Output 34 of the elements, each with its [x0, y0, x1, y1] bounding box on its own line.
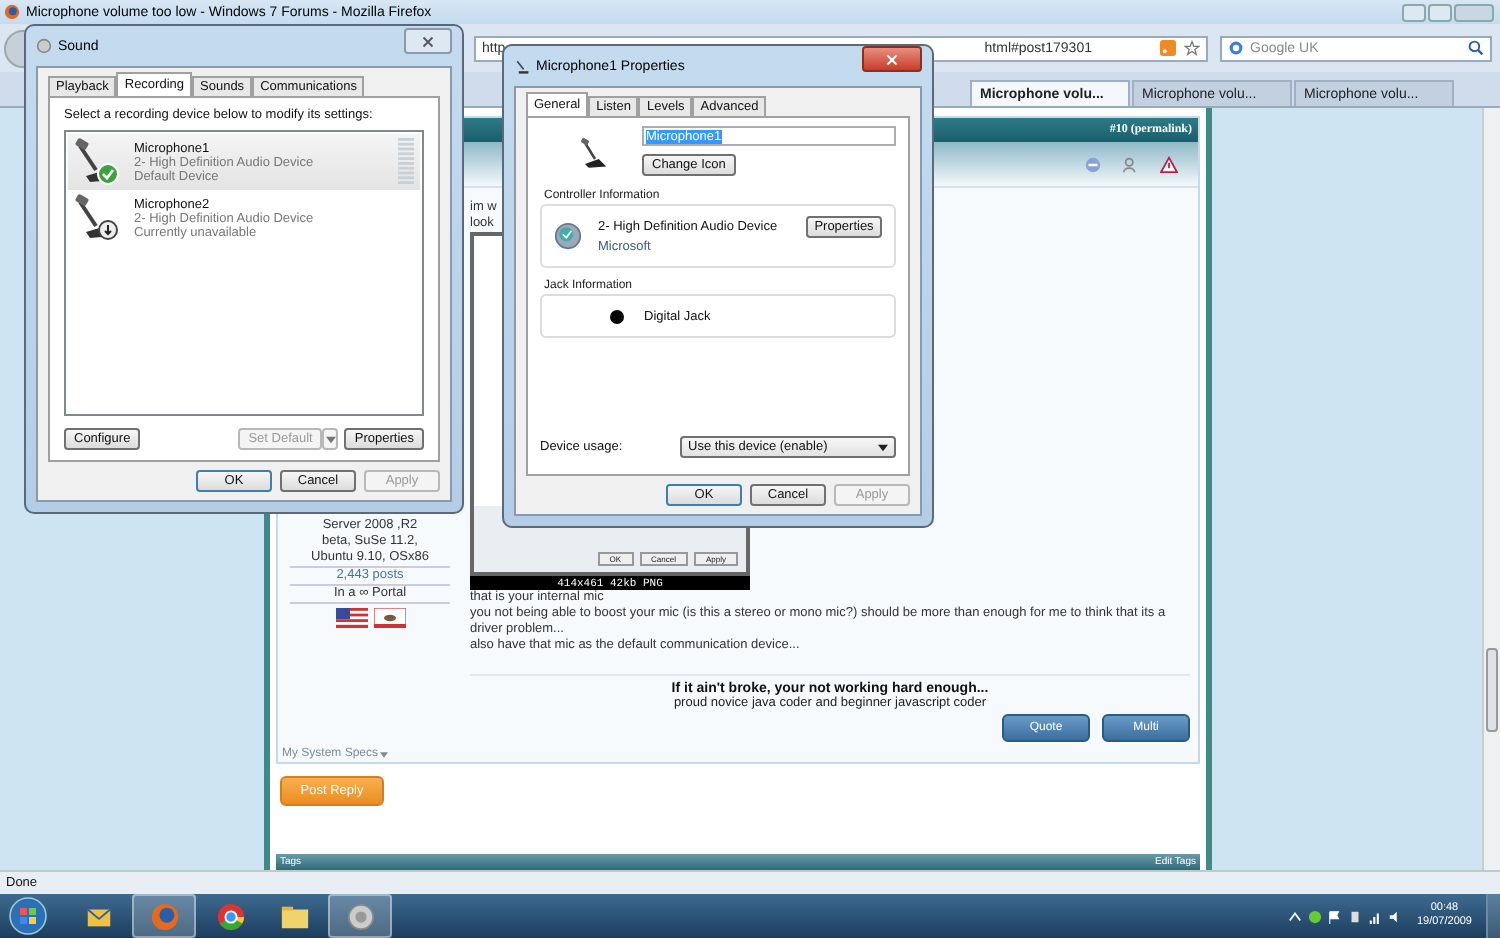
- microphone-icon: [514, 58, 530, 74]
- flag-icon: [373, 608, 405, 628]
- flag-icon[interactable]: [1328, 909, 1343, 923]
- volume-icon[interactable]: [1388, 909, 1403, 923]
- device-icon: [554, 222, 582, 250]
- close-icon: [422, 35, 434, 47]
- microphone-icon: [74, 138, 122, 186]
- signal-icon[interactable]: [1368, 909, 1383, 923]
- caret-icon: [325, 435, 336, 443]
- folder-icon: [279, 901, 309, 931]
- scrollbar-thumb[interactable]: [1486, 648, 1498, 732]
- start-button[interactable]: [8, 896, 48, 936]
- caret-icon: [878, 443, 888, 451]
- close-icon: [886, 53, 898, 65]
- scrollbar[interactable]: [1482, 108, 1500, 870]
- browser-icon: [4, 4, 20, 20]
- close-button[interactable]: [404, 28, 452, 54]
- warning-icon[interactable]: [1160, 155, 1178, 173]
- feed-icon[interactable]: [1160, 40, 1176, 56]
- search-engine-icon: [1228, 40, 1244, 56]
- level-meter-icon: [398, 138, 414, 186]
- microphone-icon: [74, 194, 122, 242]
- chevron-icon[interactable]: [1288, 909, 1303, 923]
- people-icon[interactable]: [1122, 155, 1140, 173]
- dropdown-button[interactable]: [322, 428, 339, 450]
- minus-icon[interactable]: [1084, 155, 1102, 173]
- browser-icon: [215, 901, 245, 931]
- taskbar-app[interactable]: [328, 894, 392, 938]
- caret-icon[interactable]: [380, 751, 389, 757]
- star-icon[interactable]: [1184, 40, 1200, 56]
- flag-icon: [335, 608, 367, 628]
- search-icon[interactable]: [1468, 40, 1484, 56]
- browser-icon: [149, 901, 179, 931]
- close-button[interactable]: [862, 46, 922, 72]
